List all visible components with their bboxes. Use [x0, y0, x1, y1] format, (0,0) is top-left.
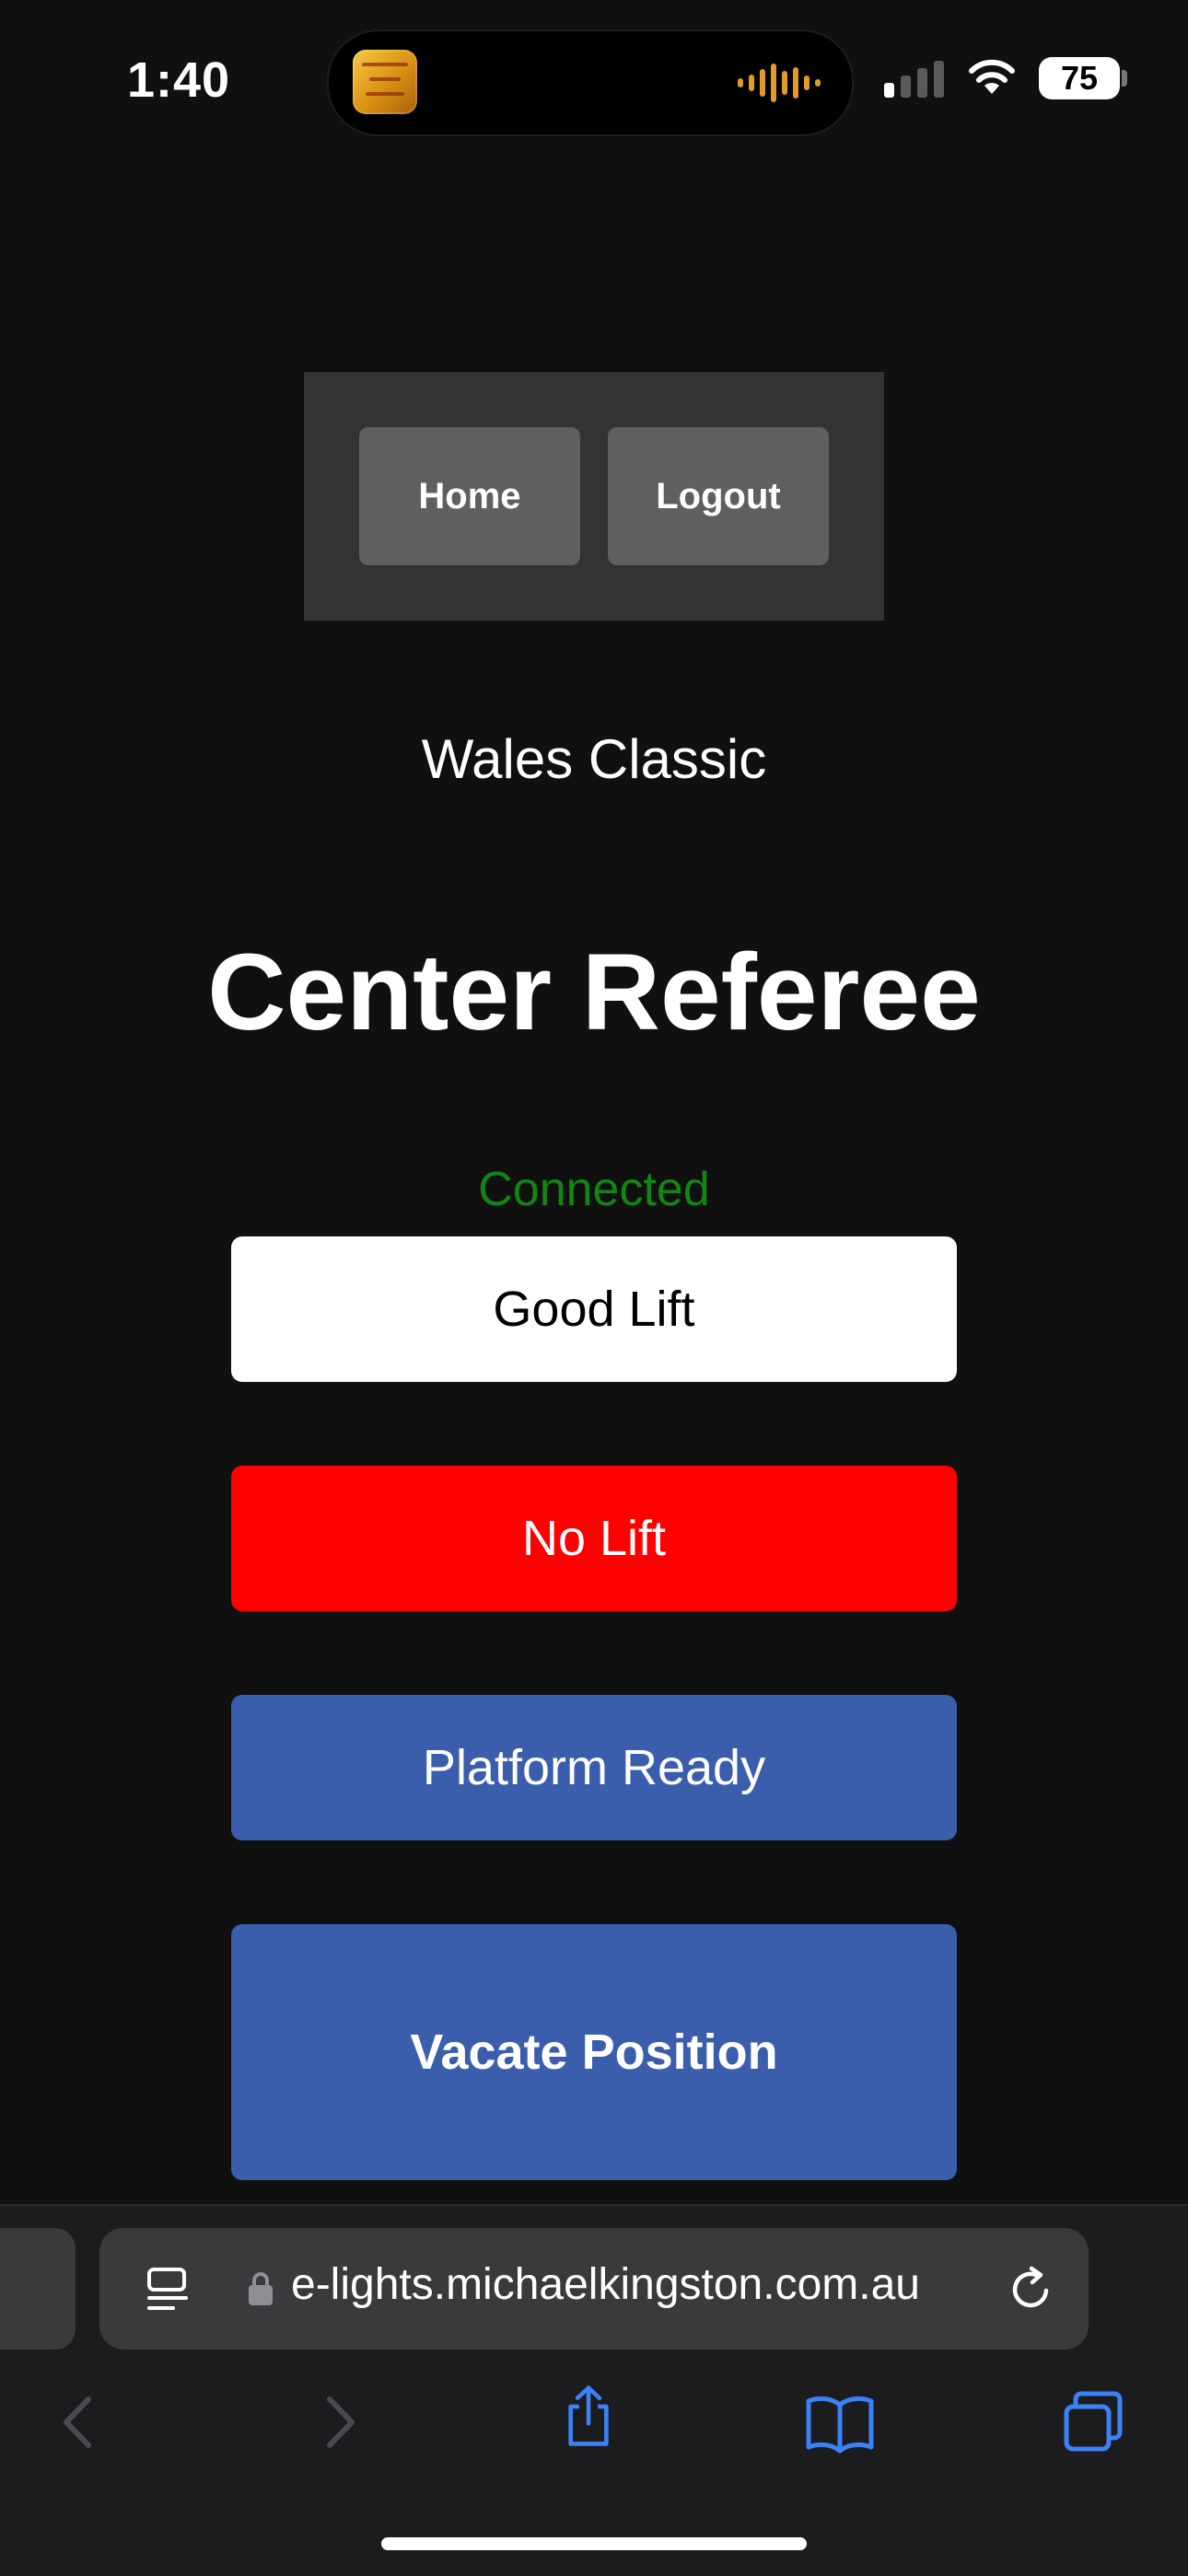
- page-title: Center Referee: [207, 932, 981, 1053]
- back-icon[interactable]: [48, 2390, 112, 2454]
- previous-tab-peek[interactable]: [0, 2228, 76, 2350]
- album-art-icon: [353, 50, 417, 114]
- nav-bar: Home Logout: [304, 372, 884, 621]
- dynamic-island[interactable]: [327, 29, 854, 136]
- wifi-icon: [969, 59, 1015, 94]
- good-lift-button[interactable]: Good Lift: [231, 1236, 957, 1382]
- vacate-position-button[interactable]: Vacate Position: [231, 1924, 957, 2180]
- forward-icon[interactable]: [306, 2390, 370, 2454]
- address-bar[interactable]: e-lights.michaelkingston.com.au: [99, 2228, 1089, 2350]
- platform-ready-button[interactable]: Platform Ready: [231, 1695, 957, 1840]
- audio-waveform-icon: [738, 63, 821, 103]
- tabs-icon[interactable]: [1061, 2390, 1125, 2454]
- battery-tip: [1122, 70, 1127, 87]
- competition-name: Wales Classic: [421, 728, 767, 790]
- logout-button[interactable]: Logout: [608, 427, 829, 565]
- bookmarks-icon[interactable]: [805, 2390, 875, 2454]
- no-lift-button[interactable]: No Lift: [231, 1466, 957, 1611]
- status-time: 1:40: [127, 52, 231, 108]
- home-button[interactable]: Home: [359, 427, 580, 565]
- share-icon[interactable]: [556, 2385, 621, 2449]
- reload-icon[interactable]: [1006, 2263, 1057, 2315]
- lock-icon: [249, 2272, 273, 2305]
- cellular-signal-icon: [884, 59, 944, 98]
- url-text: e-lights.michaelkingston.com.au: [291, 2260, 920, 2309]
- battery-icon: 75: [1039, 57, 1120, 99]
- reader-icon[interactable]: [146, 2267, 190, 2313]
- home-indicator[interactable]: [381, 2537, 807, 2550]
- connection-status: Connected: [478, 1163, 710, 1216]
